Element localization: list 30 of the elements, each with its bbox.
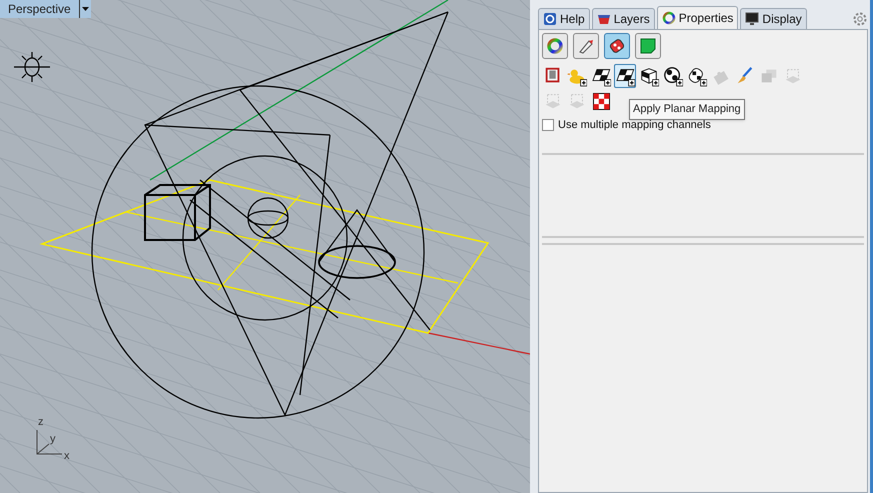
panel-tab[interactable]: Display [740, 8, 807, 29]
mapping-tool-button[interactable] [614, 64, 636, 88]
axis-gizmo-icon [36, 430, 62, 454]
axis-label: z [38, 417, 44, 428]
axis-label: x [64, 451, 70, 462]
axis-label: y [50, 434, 56, 445]
settings-icon[interactable] [852, 11, 868, 27]
section-button[interactable] [542, 33, 568, 59]
mapping-tool-button[interactable] [662, 64, 684, 88]
caret-icon [82, 7, 89, 11]
section-button[interactable] [635, 33, 661, 59]
tooltip: Apply Planar Mapping [629, 99, 745, 120]
color-wheel-icon [546, 37, 564, 55]
perspective-viewport[interactable]: Perspective z y x [0, 0, 530, 493]
section-button[interactable] [573, 33, 599, 59]
checkbox-label: Use multiple mapping channels [558, 118, 711, 133]
monitor-icon [745, 12, 760, 26]
color-wheel-icon [662, 11, 676, 25]
help-icon [543, 12, 557, 26]
checkered-square-icon [592, 92, 610, 110]
layers-icon [596, 12, 611, 26]
panel-tab[interactable]: Help [538, 8, 590, 29]
light-icon [13, 51, 51, 83]
section-button[interactable] [604, 33, 630, 59]
panel-tab[interactable]: Layers [592, 8, 655, 29]
sheet-icon [639, 37, 657, 55]
viewport-menu-button[interactable] [78, 0, 91, 18]
checkbox[interactable] [542, 119, 554, 132]
checkered-sphere-icon [663, 65, 683, 87]
panel-tab[interactable]: Properties [656, 6, 738, 29]
